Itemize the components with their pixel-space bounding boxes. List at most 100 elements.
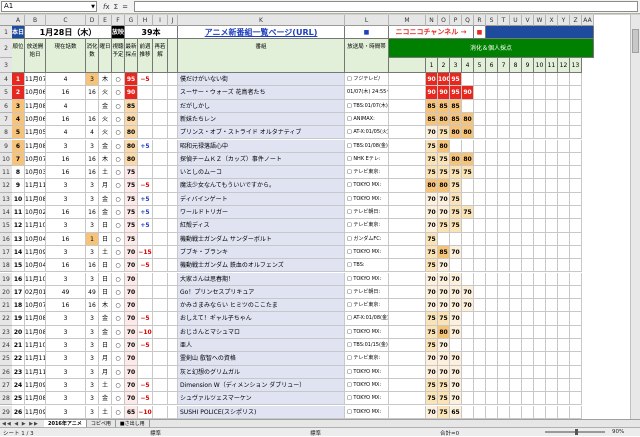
episode-score-cell[interactable] [522, 206, 534, 220]
program-title-cell[interactable]: Go！プリンセスプリキュア [178, 285, 345, 300]
watched-count-cell[interactable]: 3 [86, 73, 99, 87]
episode-score-cell[interactable] [474, 192, 486, 206]
episode-score-cell[interactable]: 75 [426, 392, 438, 406]
episode-score-cell[interactable] [474, 166, 486, 180]
rank-cell[interactable]: 17 [12, 285, 25, 300]
episode-score-cell[interactable] [486, 232, 498, 246]
row-header[interactable]: 22 [0, 312, 12, 326]
spacer-cell[interactable] [168, 73, 178, 87]
latest-score-cell[interactable]: 65 [125, 405, 138, 419]
spacer-cell[interactable] [168, 365, 178, 379]
episode-score-cell[interactable] [474, 272, 486, 286]
episode-score-cell[interactable] [558, 325, 570, 339]
station-cell[interactable]: □ フジテレビ/ [345, 73, 389, 87]
episode-score-cell[interactable]: 70 [450, 352, 462, 366]
episode-score-cell[interactable] [486, 152, 498, 167]
episode-score-cell[interactable] [510, 365, 522, 379]
latest-score-cell[interactable]: 70 [125, 245, 138, 260]
latest-score-cell[interactable]: 80 [125, 126, 138, 140]
episode-score-cell[interactable] [486, 73, 498, 87]
episode-score-cell[interactable]: 75 [438, 152, 450, 167]
episode-score-cell[interactable]: 85 [438, 245, 450, 260]
episode-score-cell[interactable] [510, 312, 522, 326]
episode-score-cell[interactable] [486, 352, 498, 366]
station-cell[interactable]: □ テレビ朝日: [345, 206, 389, 220]
score-spacer-cell[interactable] [389, 285, 426, 300]
episode-score-cell[interactable] [498, 245, 510, 260]
current-episode-cell[interactable]: 49 [46, 285, 86, 300]
rewatch-cell[interactable] [153, 232, 168, 246]
column-header[interactable]: K [178, 15, 345, 26]
rewatch-cell[interactable] [153, 86, 168, 100]
rank-cell[interactable]: 7 [12, 152, 25, 167]
rank-cell[interactable]: 26 [12, 405, 25, 419]
episode-score-cell[interactable] [534, 139, 546, 153]
rank-cell[interactable]: 12 [12, 219, 25, 233]
latest-score-cell[interactable]: 75 [125, 206, 138, 220]
episode-score-cell[interactable]: 75 [438, 126, 450, 140]
program-title-cell[interactable]: シュヴァルツェスマーケン [178, 392, 345, 406]
watch-plan-cell[interactable]: ○ [112, 272, 125, 286]
rewatch-cell[interactable] [153, 285, 168, 300]
score-trend-cell[interactable]: +5 [138, 192, 153, 206]
program-title-cell[interactable]: おじさんとマシュマロ [178, 325, 345, 339]
rewatch-cell[interactable] [153, 378, 168, 393]
program-title-cell[interactable]: いとしのムーコ [178, 166, 345, 180]
spacer-cell[interactable] [168, 232, 178, 246]
spacer-cell[interactable] [168, 325, 178, 339]
episode-score-cell[interactable] [558, 219, 570, 233]
start-date-cell[interactable]: 11月08日(金) [25, 392, 46, 406]
episode-score-cell[interactable] [462, 405, 474, 419]
episode-score-cell[interactable] [546, 99, 558, 113]
station-cell[interactable]: □ テレビ東京: [345, 352, 389, 366]
episode-score-cell[interactable] [498, 378, 510, 393]
episode-score-cell[interactable]: 75 [426, 152, 438, 167]
episode-score-cell[interactable]: 75 [462, 206, 474, 220]
episode-score-cell[interactable] [546, 259, 558, 273]
column-header[interactable]: G [125, 15, 138, 26]
episode-score-cell[interactable] [510, 232, 522, 246]
score-trend-cell[interactable]: −5 [138, 378, 153, 393]
column-header[interactable]: V [522, 15, 534, 26]
rank-cell[interactable]: 1 [12, 73, 25, 87]
column-header[interactable]: L [345, 15, 389, 26]
episode-score-cell[interactable] [498, 299, 510, 313]
score-trend-cell[interactable]: −5 [138, 339, 153, 353]
program-title-cell[interactable]: 霊剣山 叡智への資格 [178, 352, 345, 366]
episode-score-cell[interactable] [570, 139, 582, 153]
episode-score-cell[interactable] [570, 392, 582, 406]
current-episode-cell[interactable]: 16 [46, 86, 86, 100]
episode-score-cell[interactable] [462, 325, 474, 339]
episode-score-cell[interactable] [474, 299, 486, 313]
episode-score-cell[interactable] [534, 378, 546, 393]
score-trend-cell[interactable]: −5 [138, 392, 153, 406]
episode-score-cell[interactable] [462, 232, 474, 246]
station-cell[interactable]: □ ANIMAX: [345, 112, 389, 127]
episode-score-cell[interactable] [462, 99, 474, 113]
weekday-cell[interactable]: 金 [99, 392, 112, 406]
current-episode-cell[interactable]: 4 [46, 99, 86, 113]
episode-score-cell[interactable]: 70 [426, 219, 438, 233]
episode-score-cell[interactable] [510, 325, 522, 339]
episode-score-cell[interactable] [474, 245, 486, 260]
weekday-cell[interactable]: 火 [99, 112, 112, 127]
episode-score-cell[interactable] [474, 259, 486, 273]
episode-score-cell[interactable] [534, 206, 546, 220]
episode-score-cell[interactable] [486, 126, 498, 140]
episode-score-cell[interactable] [498, 339, 510, 353]
score-trend-cell[interactable] [138, 299, 153, 313]
episode-score-cell[interactable] [498, 285, 510, 300]
episode-score-cell[interactable] [450, 232, 462, 246]
episode-score-cell[interactable] [534, 179, 546, 193]
episode-score-cell[interactable]: 90 [426, 86, 438, 100]
station-cell[interactable]: □ TOKYO MX: [345, 272, 389, 286]
start-date-cell[interactable]: 11月09日(土) [25, 405, 46, 419]
current-episode-cell[interactable]: 4 [46, 73, 86, 87]
episode-score-cell[interactable]: 80 [462, 126, 474, 140]
episode-score-cell[interactable] [570, 126, 582, 140]
spacer-cell[interactable] [168, 219, 178, 233]
episode-score-cell[interactable]: 75 [438, 405, 450, 419]
spacer-cell[interactable] [168, 86, 178, 100]
watched-count-cell[interactable]: 16 [86, 259, 99, 273]
episode-score-cell[interactable] [510, 285, 522, 300]
